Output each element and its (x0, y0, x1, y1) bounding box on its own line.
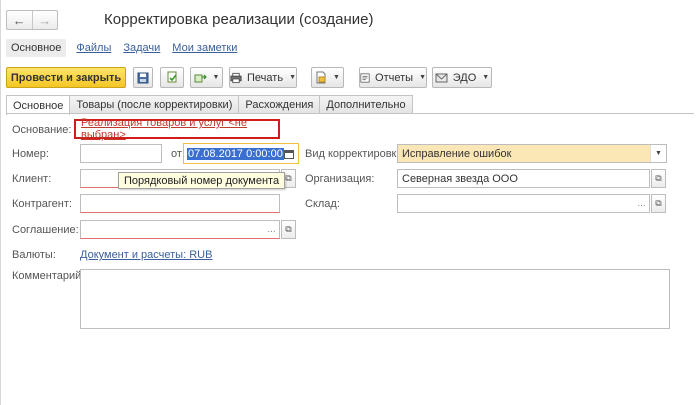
org-field[interactable]: Северная звезда ООО (397, 169, 650, 188)
agreement-label: Соглашение: (12, 224, 79, 236)
tooltip: Порядковый номер документа (118, 172, 286, 189)
print-button[interactable]: Печать ▼ (229, 67, 297, 88)
agreement-field[interactable] (80, 220, 280, 239)
basis-label: Основание: (12, 124, 72, 136)
post-button[interactable] (160, 67, 184, 88)
section-files[interactable]: Файлы (76, 42, 111, 54)
chevron-down-icon: ▼ (289, 74, 296, 81)
org-value: Северная звезда ООО (402, 172, 518, 185)
currency-label: Валюты: (12, 249, 56, 261)
agreement-select-button[interactable]: ... (264, 222, 279, 237)
tab-discrepancies[interactable]: Расхождения (238, 95, 321, 114)
warehouse-select-button[interactable]: ... (634, 196, 649, 211)
ellipsis-icon: ... (637, 198, 646, 209)
comment-label: Комментарий: (12, 270, 85, 282)
reports-icon (360, 72, 370, 83)
arrow-left-icon: ← (12, 12, 26, 28)
calendar-button[interactable] (281, 145, 297, 162)
reports-label: Отчеты (375, 71, 414, 84)
edo-icon (435, 73, 448, 82)
comment-field[interactable] (80, 269, 670, 329)
basis-link[interactable]: Реализация товаров и услуг <не выбран> (81, 117, 278, 141)
section-tasks[interactable]: Задачи (123, 42, 160, 54)
tab-additional[interactable]: Дополнительно (319, 95, 413, 114)
section-links: Основное Файлы Задачи Мои заметки (6, 38, 249, 58)
chevron-down-icon: ▼ (333, 74, 340, 81)
number-label: Номер: (12, 148, 49, 160)
adj-type-dropdown[interactable]: ▼ (650, 145, 666, 162)
adj-type-select[interactable]: Исправление ошибок (397, 144, 667, 163)
printer-icon (230, 72, 242, 83)
section-notes[interactable]: Мои заметки (172, 42, 237, 54)
reports-button[interactable]: Отчеты ▼ (359, 67, 427, 88)
create-based-on-button[interactable]: ▼ (190, 67, 223, 88)
date-value: 07.08.2017 0:00:00 (187, 147, 284, 160)
chevron-down-icon: ▼ (419, 74, 426, 81)
warehouse-field[interactable] (397, 194, 650, 213)
chevron-down-icon: ▼ (212, 74, 220, 81)
open-icon: ⧉ (655, 173, 662, 183)
counterparty-field[interactable] (80, 194, 280, 213)
tab-strip: Основное Товары (после корректировки) Ра… (6, 95, 413, 115)
warehouse-label: Склад: (305, 198, 340, 210)
print-label: Печать (247, 71, 284, 84)
currency-link[interactable]: Документ и расчеты: RUB (80, 249, 212, 261)
save-button[interactable] (133, 67, 153, 88)
post-and-close-button[interactable]: Провести и закрыть (6, 67, 126, 88)
adj-type-label: Вид корректировки: (305, 148, 406, 160)
edo-button[interactable]: ЭДО ▼ (432, 67, 492, 88)
save-icon (137, 72, 149, 83)
nav-buttons: ← → (6, 10, 58, 30)
client-label: Клиент: (12, 173, 52, 185)
org-open-button[interactable]: ⧉ (651, 169, 666, 188)
open-icon: ⧉ (285, 224, 292, 234)
counterparty-label: Контрагент: (12, 198, 72, 210)
org-label: Организация: (305, 173, 375, 185)
tab-divider (6, 113, 694, 114)
back-button[interactable]: ← (7, 11, 32, 29)
open-icon: ⧉ (285, 173, 292, 183)
document-actions-button[interactable]: ▼ (311, 67, 344, 88)
open-icon: ⧉ (655, 198, 662, 208)
ellipsis-icon: ... (267, 224, 276, 235)
agreement-open-button[interactable]: ⧉ (281, 220, 296, 239)
basis-highlight: Реализация товаров и услуг <не выбран> (74, 117, 280, 141)
forward-button[interactable]: → (31, 11, 58, 29)
warehouse-open-button[interactable]: ⧉ (651, 194, 666, 213)
arrow-right-icon: → (38, 12, 52, 28)
tab-main[interactable]: Основное (6, 95, 71, 115)
section-main[interactable]: Основное (6, 39, 67, 57)
chevron-down-icon: ▼ (655, 150, 662, 157)
post-document-icon (167, 71, 177, 83)
calendar-icon (284, 149, 294, 159)
chevron-down-icon: ▼ (482, 74, 490, 81)
create-based-icon (194, 74, 207, 82)
number-field[interactable] (80, 144, 162, 163)
adj-type-value: Исправление ошибок (402, 147, 512, 160)
tab-goods[interactable]: Товары (после корректировки) (69, 95, 240, 114)
edo-label: ЭДО (452, 71, 477, 84)
document-icon (316, 71, 326, 84)
page-title: Корректировка реализации (создание) (104, 11, 374, 28)
